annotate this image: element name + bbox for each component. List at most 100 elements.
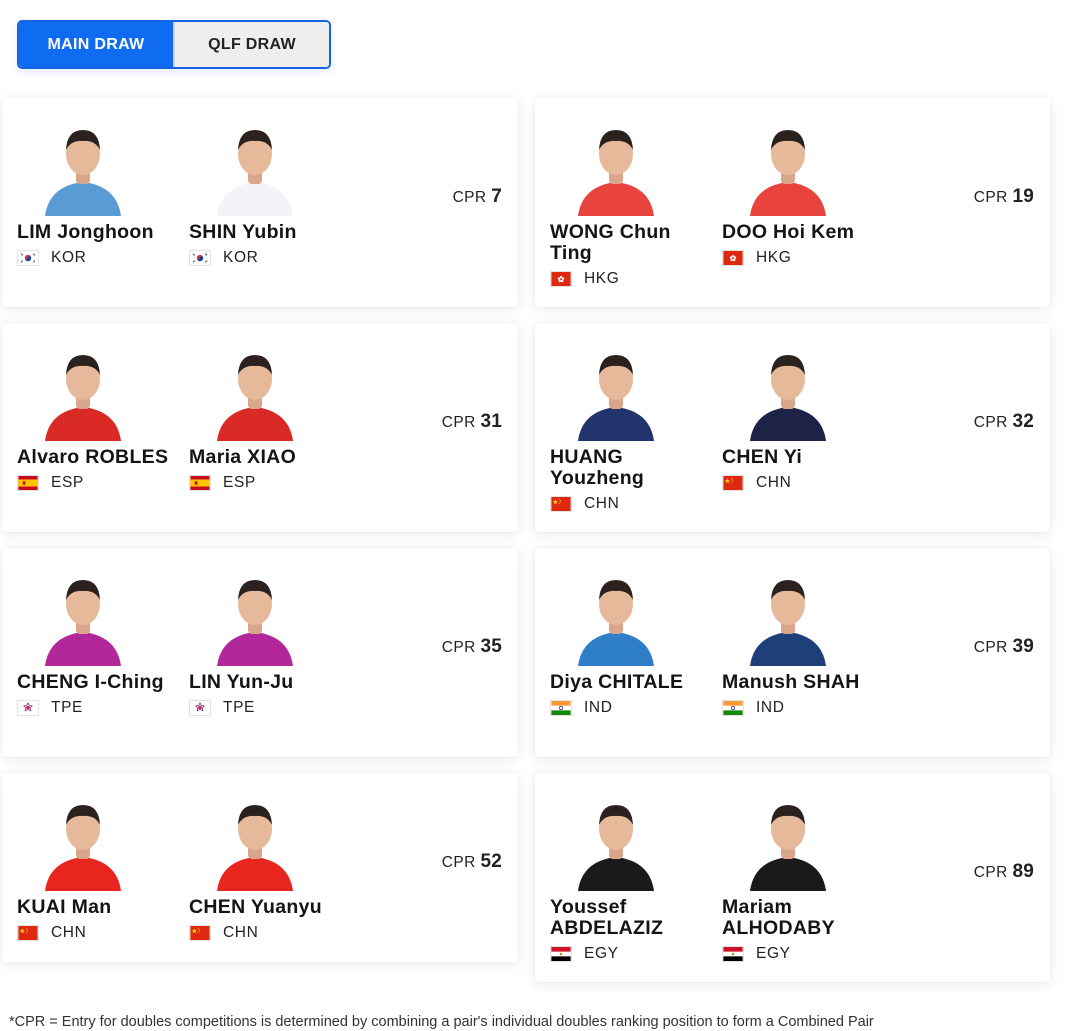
country-code: KOR xyxy=(223,249,259,266)
player-country: CHN xyxy=(17,924,86,942)
cpr-value: 89 xyxy=(1012,861,1034,882)
player-name[interactable]: LIN Yun-Ju xyxy=(189,672,349,693)
cpr-value: 35 xyxy=(480,636,502,657)
cpr-label: CPR xyxy=(973,414,1008,431)
player-photo xyxy=(35,120,131,216)
flag-ind-icon xyxy=(550,700,572,716)
tab-qlf-draw[interactable]: QLF DRAW xyxy=(173,22,329,67)
player-name[interactable]: HUANG Youzheng xyxy=(550,447,710,489)
cpr-rank: CPR 31 xyxy=(442,411,502,433)
player[interactable]: Mariam ALHODABY EGY xyxy=(722,795,887,965)
player-name[interactable]: Alvaro ROBLES xyxy=(17,447,177,468)
player[interactable]: CHEN Yi CHN xyxy=(722,345,887,515)
flag-kor-icon xyxy=(17,250,39,266)
cpr-label: CPR xyxy=(452,189,487,206)
player-photo xyxy=(740,120,836,216)
player-name[interactable]: WONG Chun Ting xyxy=(550,222,710,264)
cpr-value: 39 xyxy=(1012,636,1034,657)
player[interactable]: CHEN Yuanyu CHN xyxy=(189,795,354,965)
country-code: CHN xyxy=(51,924,87,941)
player-photo xyxy=(207,795,303,891)
player-name[interactable]: CHENG I-Ching xyxy=(17,672,177,693)
player-name[interactable]: SHIN Yubin xyxy=(189,222,349,243)
pair-card[interactable]: Alvaro ROBLES ESP Maria XIAO ESP CPR 31 xyxy=(2,323,518,532)
country-code: CHN xyxy=(584,495,620,512)
player[interactable]: HUANG Youzheng CHN xyxy=(550,345,715,515)
pair-card[interactable]: Youssef ABDELAZIZ EGY Mariam ALHODABY EGY CP… xyxy=(535,773,1050,982)
cpr-label: CPR xyxy=(441,414,476,431)
pair-card[interactable]: LIM Jonghoon KOR SHIN Yubin KOR CPR 7 xyxy=(2,98,518,307)
player[interactable]: LIM Jonghoon KOR xyxy=(17,120,182,290)
pair-card[interactable]: KUAI Man CHN CHEN Yuanyu CHN CPR 52 xyxy=(2,773,518,962)
pair-card[interactable]: HUANG Youzheng CHN CHEN Yi CHN CPR 32 xyxy=(535,323,1050,532)
player-photo xyxy=(35,345,131,441)
player-name[interactable]: DOO Hoi Kem xyxy=(722,222,882,243)
cpr-label: CPR xyxy=(441,639,476,656)
pair-card[interactable]: Diya CHITALE IND Manush SHAH IND CPR 39 xyxy=(535,548,1050,757)
player-name[interactable]: LIM Jonghoon xyxy=(17,222,177,243)
player-name[interactable]: Youssef ABDELAZIZ xyxy=(550,897,710,939)
country-code: EGY xyxy=(584,945,619,962)
player-country: ESP xyxy=(189,474,256,492)
flag-egy-icon xyxy=(722,946,744,962)
player[interactable]: Alvaro ROBLES ESP xyxy=(17,345,182,515)
country-code: HKG xyxy=(756,249,792,266)
player-photo xyxy=(207,345,303,441)
player-photo xyxy=(740,795,836,891)
player-country: EGY xyxy=(550,945,619,963)
player-country: TPE xyxy=(17,699,83,717)
player[interactable]: CHENG I-Ching TPE xyxy=(17,570,182,740)
cpr-value: 52 xyxy=(480,851,502,872)
player[interactable]: Youssef ABDELAZIZ EGY xyxy=(550,795,715,965)
player-photo xyxy=(740,570,836,666)
player-photo xyxy=(740,345,836,441)
player[interactable]: DOO Hoi Kem HKG xyxy=(722,120,887,290)
player-name[interactable]: CHEN Yi xyxy=(722,447,882,468)
tab-main-draw[interactable]: MAIN DRAW xyxy=(19,22,173,67)
flag-chn-icon xyxy=(189,925,211,941)
player-photo xyxy=(207,120,303,216)
player[interactable]: WONG Chun Ting HKG xyxy=(550,120,715,290)
player-photo xyxy=(568,120,664,216)
player-country: CHN xyxy=(189,924,258,942)
player-name[interactable]: KUAI Man xyxy=(17,897,177,918)
cpr-rank: CPR 52 xyxy=(442,851,502,873)
cpr-rank: CPR 35 xyxy=(442,636,502,658)
player-country: IND xyxy=(722,699,785,717)
player-country: KOR xyxy=(17,249,86,267)
player-country: EGY xyxy=(722,945,791,963)
country-code: TPE xyxy=(223,699,255,716)
player[interactable]: SHIN Yubin KOR xyxy=(189,120,354,290)
cpr-value: 19 xyxy=(1012,186,1034,207)
player[interactable]: Diya CHITALE IND xyxy=(550,570,715,740)
player[interactable]: Manush SHAH IND xyxy=(722,570,887,740)
flag-ind-icon xyxy=(722,700,744,716)
player-photo xyxy=(35,795,131,891)
player[interactable]: LIN Yun-Ju TPE xyxy=(189,570,354,740)
cpr-value: 32 xyxy=(1012,411,1034,432)
player-photo xyxy=(207,570,303,666)
country-code: KOR xyxy=(51,249,87,266)
pair-card[interactable]: CHENG I-Ching TPE LIN Yun-Ju TPE CPR 35 xyxy=(2,548,518,757)
player[interactable]: KUAI Man CHN xyxy=(17,795,182,965)
country-code: IND xyxy=(756,699,785,716)
pair-card[interactable]: WONG Chun Ting HKG DOO Hoi Kem HKG CPR 19 xyxy=(535,98,1050,307)
cpr-footnote: *CPR = Entry for doubles competitions is… xyxy=(9,1014,874,1030)
player-name[interactable]: Mariam ALHODABY xyxy=(722,897,882,939)
flag-egy-icon xyxy=(550,946,572,962)
player-name[interactable]: Maria XIAO xyxy=(189,447,349,468)
player-country: HKG xyxy=(550,270,619,288)
flag-chn-icon xyxy=(17,925,39,941)
country-code: CHN xyxy=(223,924,259,941)
cpr-rank: CPR 89 xyxy=(974,861,1034,883)
player-country: CHN xyxy=(550,495,619,513)
cpr-value: 7 xyxy=(491,186,502,207)
cpr-rank: CPR 32 xyxy=(974,411,1034,433)
player-country: ESP xyxy=(17,474,84,492)
player-name[interactable]: Manush SHAH xyxy=(722,672,882,693)
cpr-label: CPR xyxy=(973,864,1008,881)
player[interactable]: Maria XIAO ESP xyxy=(189,345,354,515)
player-name[interactable]: Diya CHITALE xyxy=(550,672,710,693)
player-name[interactable]: CHEN Yuanyu xyxy=(189,897,349,918)
player-country: CHN xyxy=(722,474,791,492)
